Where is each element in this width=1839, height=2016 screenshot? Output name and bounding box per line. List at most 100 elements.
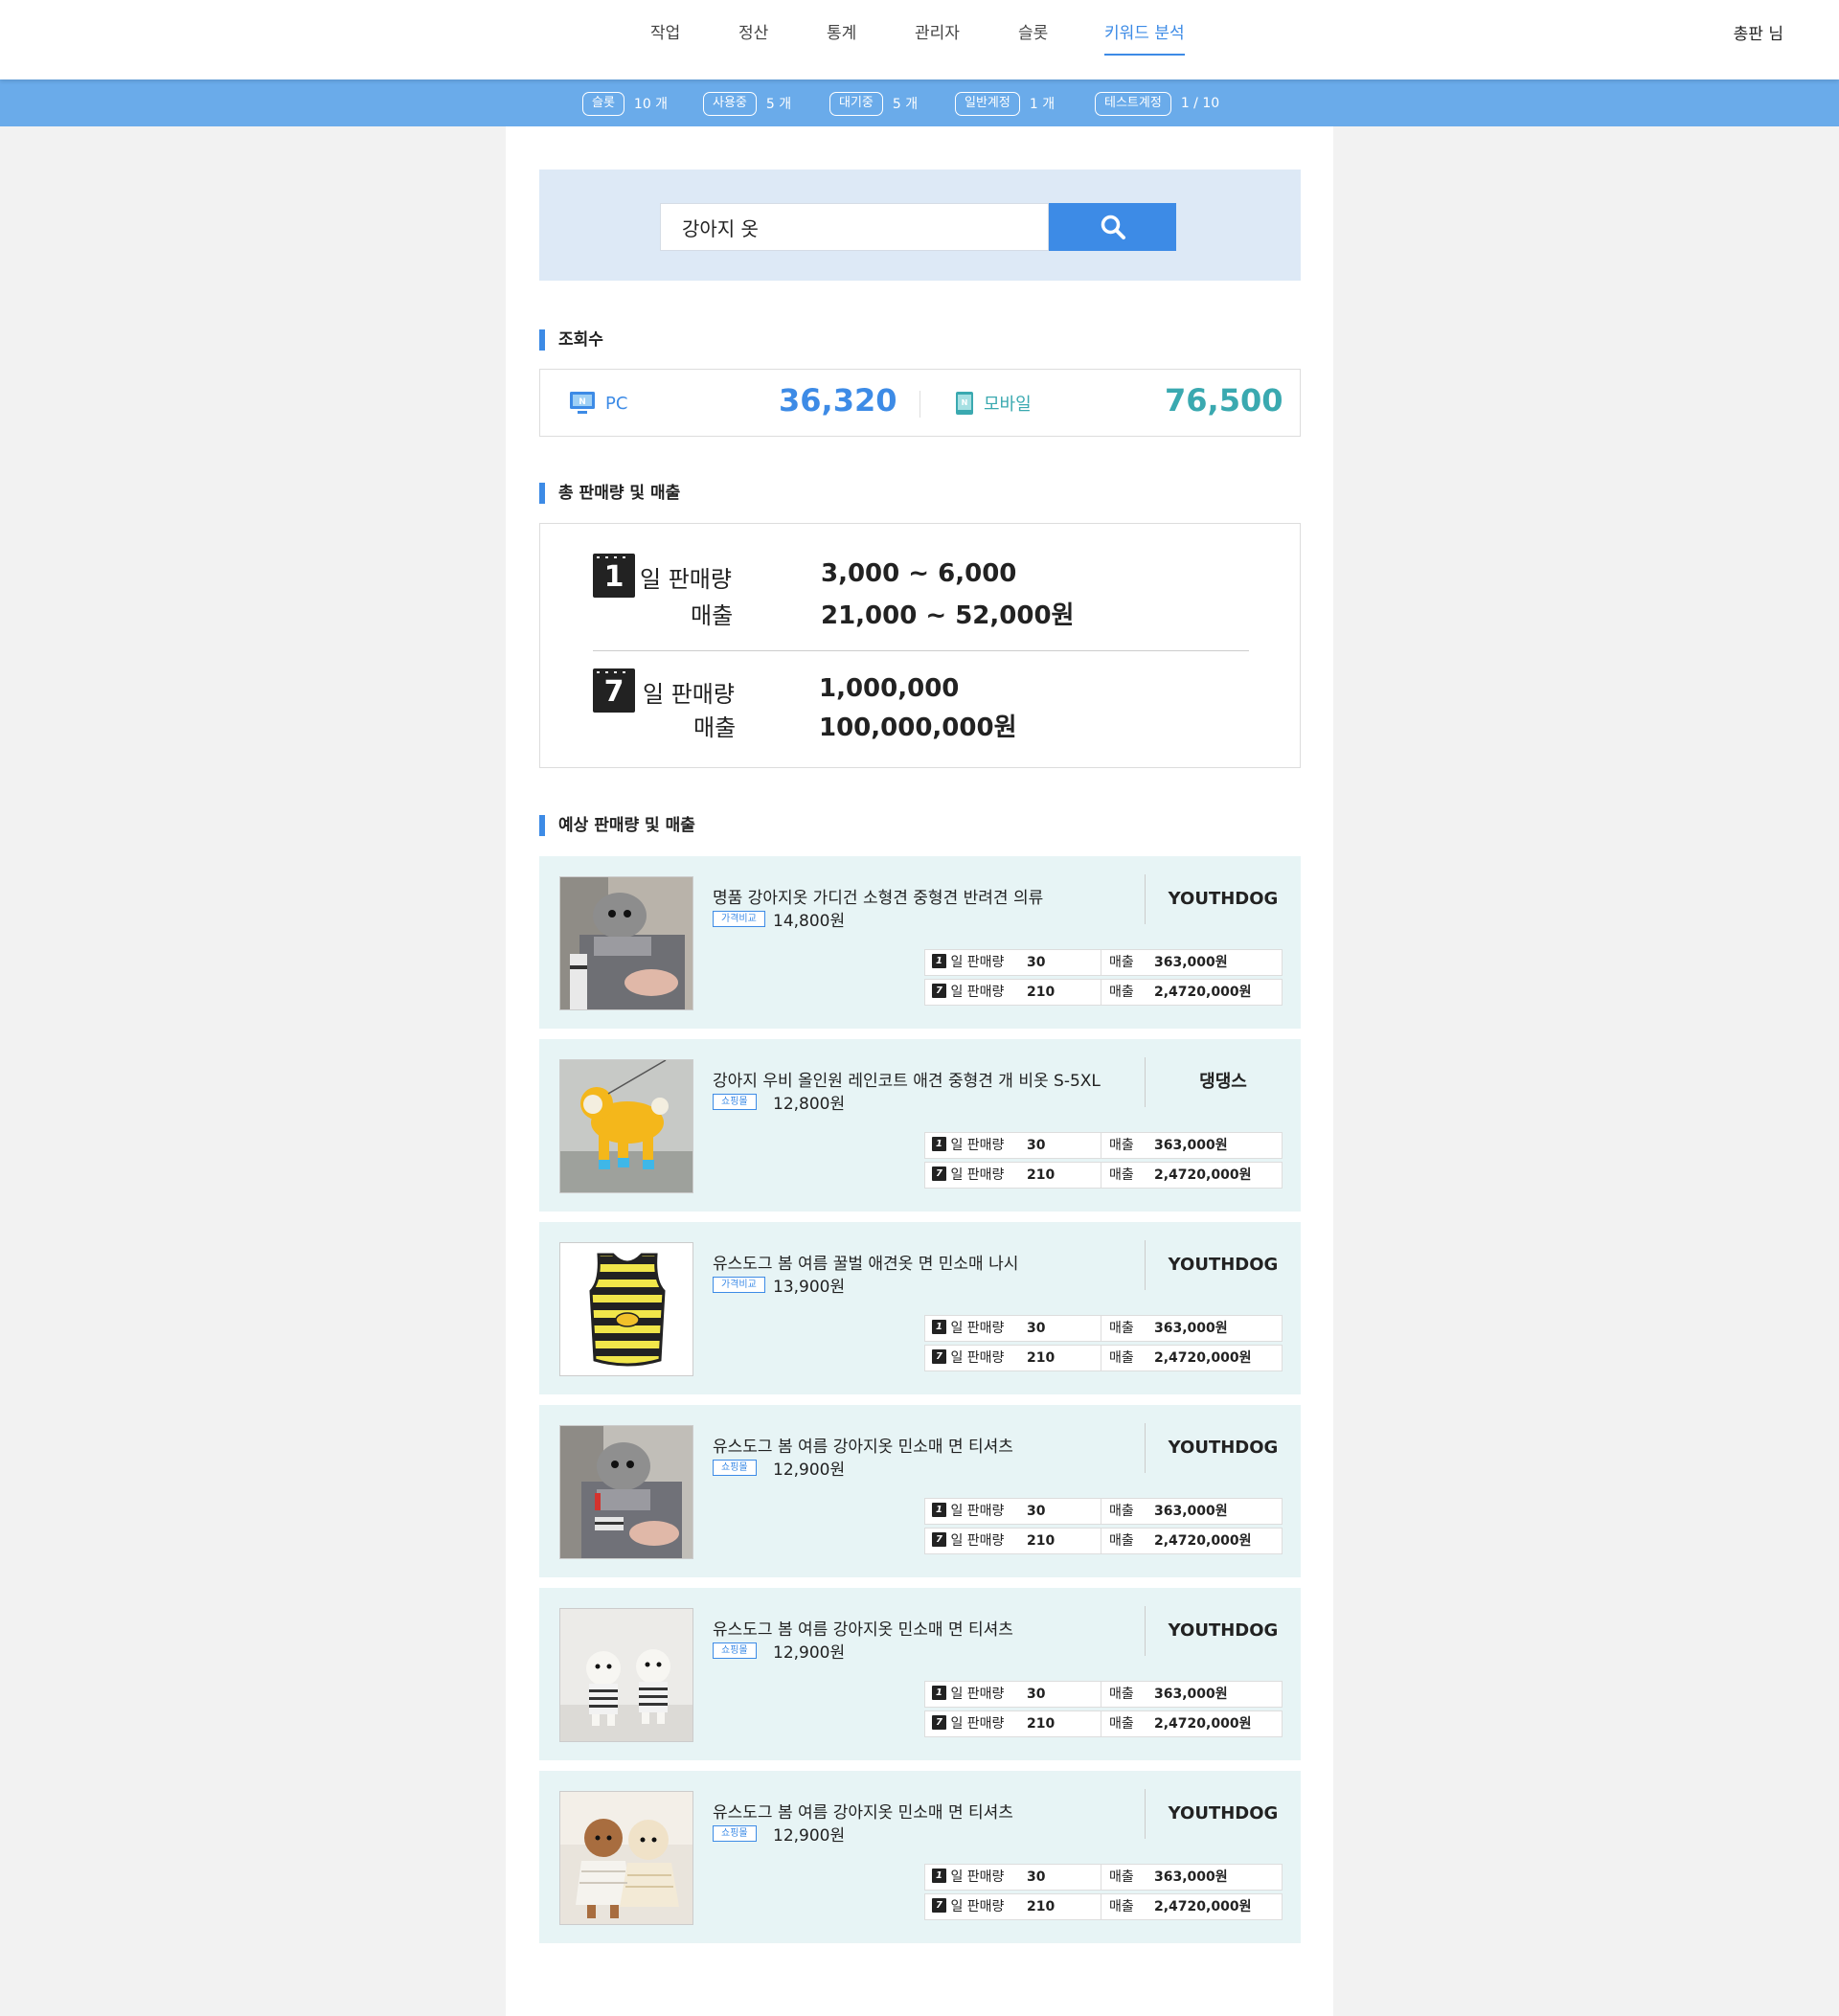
product-name[interactable]: 유스도그 봄 여름 강아지옷 민소매 면 티셔츠 (713, 1433, 1013, 1457)
product-card[interactable]: 유스도그 봄 여름 강아지옷 민소매 면 티셔츠 쇼핑몰 12,900원 YOU… (539, 1588, 1301, 1760)
sales-label: 매출 (1109, 1321, 1134, 1336)
mobile-views-value: 76,500 (1165, 382, 1283, 419)
search-icon (1101, 215, 1125, 239)
stat-value: 5 개 (765, 97, 792, 112)
day1-volume-value: 30 (1027, 1138, 1046, 1153)
mobile-label-group: N 모바일 (955, 390, 1032, 417)
product-price: 12,900원 (773, 1461, 846, 1480)
day7-sales-value: 2,4720,000원 (1154, 985, 1252, 1000)
views-section-title: 조회수 (539, 329, 603, 351)
product-card[interactable]: 강아지 우비 올인원 레인코트 애견 중형견 개 비옷 S-5XL 쇼핑몰 12… (539, 1039, 1301, 1212)
product-brand: 댕댕스 (1145, 1057, 1301, 1107)
stat-tag: 일반계정 (955, 91, 1020, 116)
day1-sales-row: 1 일 판매량 30 매출 363,000원 (924, 1681, 1283, 1708)
day1-row-label: 1 일 판매량 (932, 1499, 1004, 1524)
nav-item-admin[interactable]: 관리자 (915, 0, 960, 56)
product-price: 12,800원 (773, 1095, 846, 1114)
volume-label: 일 판매량 (950, 1350, 1005, 1366)
product-source-tag: 가격비교 (713, 1277, 765, 1293)
product-price: 13,900원 (773, 1278, 846, 1297)
product-brand: YOUTHDOG (1145, 1240, 1301, 1290)
day7-row-label: 7 일 판매량 (932, 1711, 1004, 1736)
day1-volume-label: 일 판매량 (640, 566, 732, 593)
mobile-label: 모바일 (984, 395, 1032, 415)
nav-item-slot[interactable]: 슬롯 (1018, 0, 1048, 56)
day7-volume-value: 210 (1027, 985, 1056, 1000)
totals-section-title: 총 판매량 및 매출 (539, 483, 680, 504)
day7-sales-row: 7 일 판매량 210 매출 2,4720,000원 (924, 1528, 1283, 1554)
views-box: N PC 36,320 N 모바일 76,500 (539, 369, 1301, 437)
day1-row-label: 1 일 판매량 (932, 1316, 1004, 1341)
day7-volume-value: 210 (1027, 1350, 1056, 1366)
product-price: 12,900원 (773, 1826, 846, 1846)
sales-label: 매출 (1109, 1533, 1134, 1549)
stat-tag: 사용중 (703, 91, 757, 116)
product-name[interactable]: 강아지 우비 올인원 레인코트 애견 중형견 개 비옷 S-5XL (713, 1067, 1101, 1091)
user-name[interactable]: 총판 님 (1734, 0, 1783, 69)
calendar-1-icon: 1 (932, 1137, 946, 1151)
product-name[interactable]: 명품 강아지옷 가디건 소형견 중형견 반려견 의류 (713, 884, 1043, 908)
svg-text:N: N (962, 398, 968, 407)
day1-sales-row: 1 일 판매량 30 매출 363,000원 (924, 1132, 1283, 1159)
product-card[interactable]: 유스도그 봄 여름 꿀벌 애견옷 면 민소매 나시 가격비교 13,900원 Y… (539, 1222, 1301, 1394)
volume-label: 일 판매량 (950, 1321, 1005, 1336)
day1-sales-value: 363,000원 (1154, 1321, 1228, 1336)
product-image[interactable] (559, 1059, 693, 1193)
product-image[interactable] (559, 1425, 693, 1559)
product-image[interactable] (559, 1608, 693, 1742)
nav-item-statistics[interactable]: 통계 (827, 0, 856, 56)
status-bar: 슬롯 10 개 사용중 5 개 대기중 5 개 일반계정 1 개 테스트계정 1… (0, 79, 1839, 126)
sales-label: 매출 (1109, 1899, 1134, 1914)
product-name[interactable]: 유스도그 봄 여름 강아지옷 민소매 면 티셔츠 (713, 1799, 1013, 1823)
day7-sales-value: 2,4720,000원 (1154, 1167, 1252, 1183)
product-brand: YOUTHDOG (1145, 1423, 1301, 1473)
day1-sales-value: 363,000원 (1154, 1138, 1228, 1153)
search-section (539, 170, 1301, 281)
stat-value: 1 / 10 (1180, 96, 1220, 111)
day7-revenue-value: 100,000,000원 (819, 714, 1017, 742)
product-card[interactable]: 유스도그 봄 여름 강아지옷 민소매 면 티셔츠 쇼핑몰 12,900원 YOU… (539, 1405, 1301, 1577)
calendar-7-icon: 7 (593, 668, 635, 713)
calendar-1-icon: 1 (932, 1320, 946, 1334)
volume-label: 일 판매량 (950, 1167, 1005, 1183)
day7-sales-value: 2,4720,000원 (1154, 1716, 1252, 1732)
product-image[interactable] (559, 1242, 693, 1376)
day1-row-label: 1 일 판매량 (932, 1682, 1004, 1707)
day1-volume-value: 30 (1027, 1687, 1046, 1702)
search-button[interactable] (1049, 203, 1176, 251)
day7-row-label: 7 일 판매량 (932, 1894, 1004, 1919)
volume-label: 일 판매량 (950, 1138, 1005, 1153)
calendar-7-icon: 7 (932, 984, 946, 998)
pc-label: PC (605, 393, 628, 414)
product-card[interactable]: 유스도그 봄 여름 강아지옷 민소매 면 티셔츠 쇼핑몰 12,900원 YOU… (539, 1771, 1301, 1943)
day7-volume-value: 1,000,000 (819, 674, 960, 703)
product-image[interactable] (559, 876, 693, 1010)
pc-label-group: N PC (569, 390, 627, 417)
stat-slot: 슬롯 10 개 (582, 90, 668, 117)
nav-item-settlement[interactable]: 정산 (738, 0, 768, 56)
nav-item-work[interactable]: 작업 (650, 0, 680, 56)
search-input[interactable] (660, 203, 1049, 251)
product-card[interactable]: 명품 강아지옷 가디건 소형견 중형견 반려견 의류 가격비교 14,800원 … (539, 856, 1301, 1029)
day1-revenue-value: 21,000 ~ 52,000원 (821, 601, 1075, 630)
volume-label: 일 판매량 (950, 1533, 1005, 1549)
sales-label: 매출 (1109, 1504, 1134, 1519)
day7-volume-label: 일 판매량 (643, 681, 735, 708)
calendar-1-icon: 1 (593, 554, 635, 598)
stat-waiting: 대기중 5 개 (829, 90, 918, 117)
product-name[interactable]: 유스도그 봄 여름 꿀벌 애견옷 면 민소매 나시 (713, 1250, 1018, 1274)
day7-volume-value: 210 (1027, 1899, 1056, 1914)
sales-label: 매출 (1109, 985, 1134, 1000)
product-name[interactable]: 유스도그 봄 여름 강아지옷 민소매 면 티셔츠 (713, 1616, 1013, 1640)
day1-sales-row: 1 일 판매량 30 매출 363,000원 (924, 949, 1283, 976)
top-nav: 작업 정산 통계 관리자 슬롯 키워드 분석 총판 님 (0, 0, 1839, 79)
nav-item-keyword-analysis[interactable]: 키워드 분석 (1104, 0, 1185, 56)
volume-label: 일 판매량 (950, 1716, 1005, 1732)
day7-sales-row: 7 일 판매량 210 매출 2,4720,000원 (924, 979, 1283, 1006)
stat-in-use: 사용중 5 개 (703, 90, 791, 117)
volume-label: 일 판매량 (950, 1869, 1005, 1885)
calendar-1-icon: 1 (932, 1869, 946, 1883)
calendar-7-icon: 7 (932, 1167, 946, 1181)
product-image[interactable] (559, 1791, 693, 1925)
day7-row-label: 7 일 판매량 (932, 1529, 1004, 1553)
